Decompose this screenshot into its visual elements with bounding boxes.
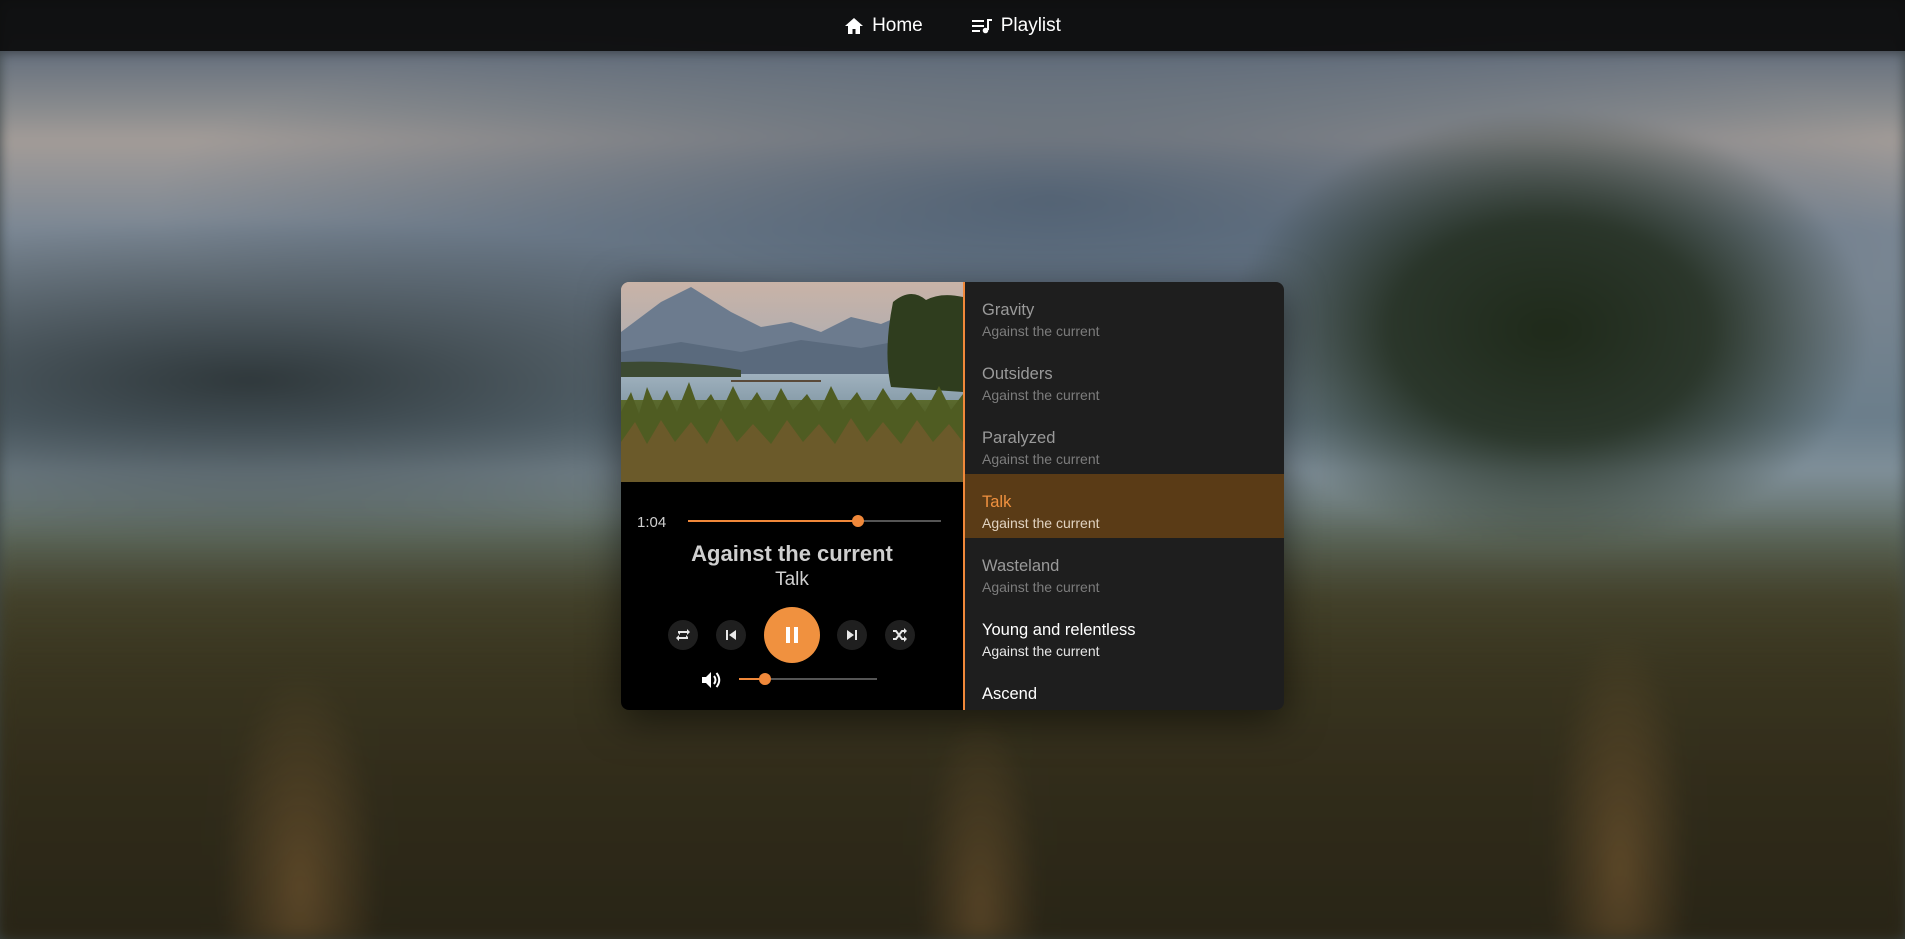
shuffle-button[interactable] — [885, 620, 915, 650]
shuffle-icon — [893, 628, 907, 642]
nav-home-link[interactable]: Home — [844, 15, 923, 37]
now-playing-title: Talk — [775, 569, 809, 590]
music-player: 1:04 Against the current Talk Gravity Ag… — [621, 282, 1284, 710]
playlist-item-artist: Against the current — [982, 643, 1100, 659]
nav-playlist-label: Playlist — [1000, 14, 1061, 36]
progress-fill — [688, 520, 858, 522]
playlist-item[interactable]: Gravity Against the current — [965, 282, 1284, 346]
repeat-button[interactable] — [668, 620, 698, 650]
player-panel: 1:04 Against the current Talk — [621, 282, 965, 710]
playlist-item-artist: Against the current — [982, 515, 1100, 531]
playlist-item-title: Young and relentless — [982, 621, 1136, 639]
volume-button[interactable] — [700, 669, 722, 691]
current-time: 1:04 — [637, 514, 667, 531]
volume-handle[interactable] — [759, 673, 771, 685]
playlist-item[interactable]: Paralyzed Against the current — [965, 410, 1284, 474]
playlist-item-title: Ascend — [982, 685, 1038, 703]
playlist-item[interactable]: Young and relentless Against the current — [965, 602, 1284, 666]
playlist-item-title: Paralyzed — [982, 429, 1056, 447]
nav-home-label: Home — [872, 14, 923, 36]
playlist-item-title: Outsiders — [982, 365, 1053, 383]
playlist-item-artist: Against the current — [982, 387, 1100, 403]
next-icon — [847, 630, 857, 640]
home-icon — [844, 17, 864, 35]
playlist-panel: Gravity Against the current Outsiders Ag… — [965, 282, 1284, 710]
playlist-item-active[interactable]: Talk Against the current — [965, 474, 1284, 538]
playlist-item-title: Talk — [982, 493, 1012, 511]
playlist-item[interactable]: Wasteland Against the current — [965, 538, 1284, 602]
previous-icon — [726, 630, 736, 640]
playlist-item-artist: Against the current — [982, 451, 1100, 467]
playlist-item-artist: Against the current — [982, 579, 1100, 595]
playlist-item-title: Wasteland — [982, 557, 1060, 575]
top-nav: Home Playlist — [0, 0, 1905, 51]
pause-icon — [786, 627, 798, 643]
playlist-item-artist: Against the current — [982, 323, 1100, 339]
playlist-item[interactable]: Ascend — [965, 666, 1284, 710]
pause-button[interactable] — [764, 607, 820, 663]
now-playing-artist: Against the current — [691, 541, 893, 566]
nav-playlist-link[interactable]: Playlist — [971, 15, 1061, 37]
album-cover — [621, 282, 963, 482]
repeat-icon — [676, 629, 690, 641]
previous-button[interactable] — [716, 620, 746, 650]
playlist-item[interactable]: Outsiders Against the current — [965, 346, 1284, 410]
next-button[interactable] — [837, 620, 867, 650]
volume-icon — [702, 672, 721, 688]
playlist-icon — [971, 17, 993, 35]
progress-handle[interactable] — [852, 515, 864, 527]
playlist-item-title: Gravity — [982, 301, 1035, 319]
